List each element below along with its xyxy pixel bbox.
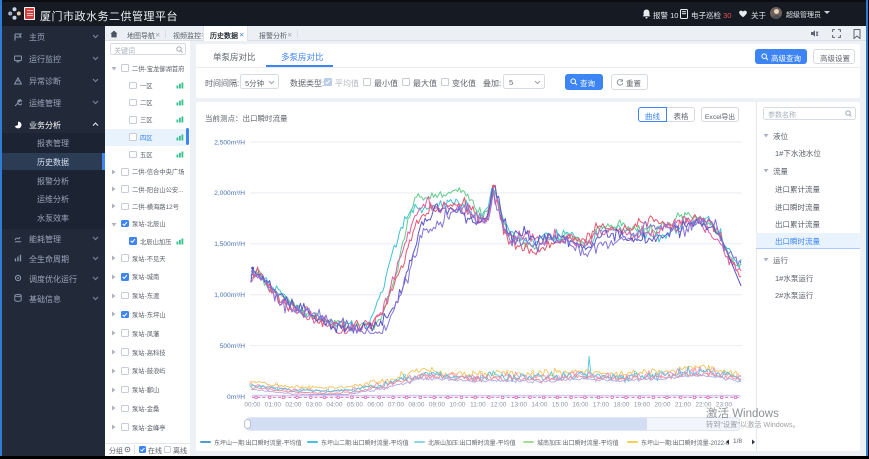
svg-text:0m³/H: 0m³/H bbox=[227, 394, 245, 401]
svg-text:05:00: 05:00 bbox=[347, 402, 363, 409]
svg-text:08:00: 08:00 bbox=[408, 402, 424, 409]
svg-text:09:00: 09:00 bbox=[429, 402, 445, 409]
svg-text:13:00: 13:00 bbox=[511, 402, 527, 409]
svg-text:02:00: 02:00 bbox=[285, 402, 301, 409]
svg-text:19:00: 19:00 bbox=[634, 402, 650, 409]
svg-text:10:00: 10:00 bbox=[449, 402, 465, 409]
svg-text:20:00: 20:00 bbox=[654, 402, 670, 409]
svg-text:14:00: 14:00 bbox=[531, 402, 547, 409]
svg-text:12:00: 12:00 bbox=[490, 402, 506, 409]
svg-text:16:00: 16:00 bbox=[572, 402, 588, 409]
svg-text:1,500m³/H: 1,500m³/H bbox=[214, 241, 245, 248]
svg-text:18:00: 18:00 bbox=[613, 402, 629, 409]
svg-text:17:00: 17:00 bbox=[593, 402, 609, 409]
svg-text:2,000m³/H: 2,000m³/H bbox=[214, 190, 245, 197]
svg-text:03:00: 03:00 bbox=[306, 402, 322, 409]
svg-text:01:00: 01:00 bbox=[265, 402, 281, 409]
svg-text:04:00: 04:00 bbox=[326, 402, 342, 409]
svg-text:1,000m³/H: 1,000m³/H bbox=[214, 292, 245, 299]
svg-text:11:00: 11:00 bbox=[470, 402, 486, 409]
svg-text:15:00: 15:00 bbox=[552, 402, 568, 409]
svg-text:07:00: 07:00 bbox=[388, 402, 404, 409]
svg-text:500m³/H: 500m³/H bbox=[220, 343, 246, 350]
svg-text:21:00: 21:00 bbox=[675, 402, 691, 409]
svg-text:06:00: 06:00 bbox=[367, 402, 383, 409]
svg-text:00:00: 00:00 bbox=[244, 402, 260, 409]
svg-text:2,500m³/H: 2,500m³/H bbox=[214, 139, 245, 146]
